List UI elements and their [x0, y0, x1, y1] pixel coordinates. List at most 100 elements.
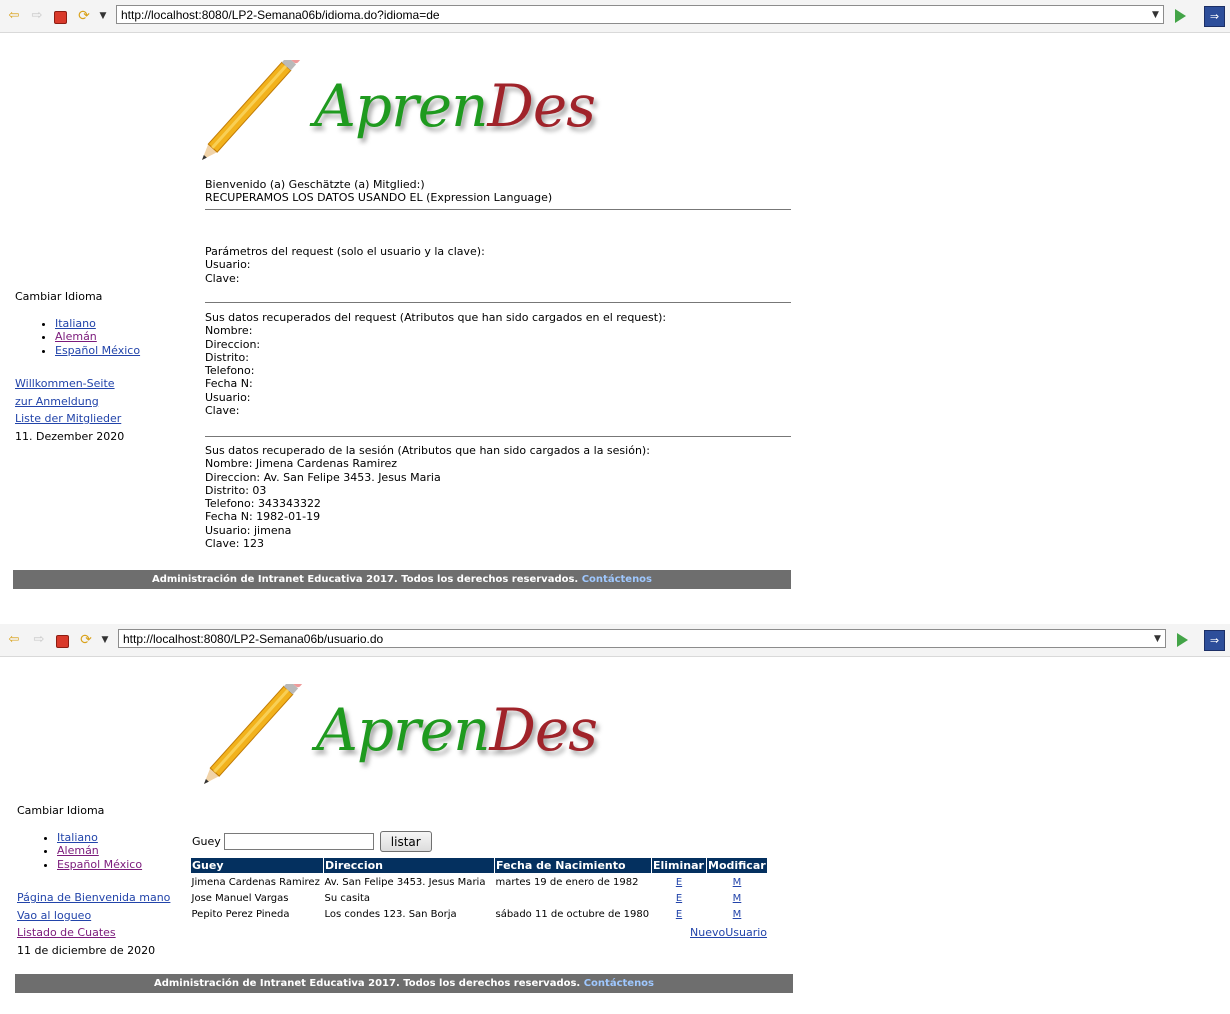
request-fecha: Fecha N:	[205, 377, 253, 391]
welcome-page-link[interactable]: Página de Bienvenida mano	[17, 889, 170, 907]
new-user-link[interactable]: NuevoUsuario	[690, 926, 767, 939]
footer-text: Administración de Intranet Educativa 201…	[151, 574, 579, 585]
sidebar-title: Cambiar Idioma	[17, 804, 105, 817]
footer-text: Administración de Intranet Educativa 201…	[153, 978, 581, 989]
go-icon[interactable]	[1177, 633, 1188, 647]
language-list: Italiano Alemán Español México	[15, 317, 140, 357]
address-dropdown-icon[interactable]: ▼	[1152, 10, 1159, 20]
col-header-modificar: Modificar	[706, 857, 768, 874]
language-item: Alemán	[55, 330, 140, 343]
param-clave: Clave:	[205, 271, 240, 285]
request-title: Sus datos recuperados del request (Atrib…	[205, 311, 667, 324]
language-link-italiano[interactable]: Italiano	[57, 831, 98, 844]
edit-link[interactable]: M	[733, 893, 742, 904]
stop-icon[interactable]	[54, 11, 67, 24]
footer-2: Administración de Intranet Educativa 201…	[15, 974, 793, 993]
listar-button[interactable]: listar	[379, 831, 432, 852]
footer-1: Administración de Intranet Educativa 201…	[13, 570, 791, 589]
language-link-italiano[interactable]: Italiano	[55, 317, 96, 330]
language-link-espanol[interactable]: Español México	[57, 858, 142, 871]
col-header-eliminar: Eliminar	[651, 857, 707, 874]
back-arrow-icon[interactable]: ⇦	[6, 8, 22, 24]
session-fecha: Fecha N: 1982-01-19	[205, 510, 321, 524]
address-bar[interactable]: http://localhost:8080/LP2-Semana06b/idio…	[116, 5, 1164, 24]
logo-text: AprenDes	[316, 696, 598, 764]
refresh-icon[interactable]: ⟳	[78, 632, 94, 648]
pencil-icon	[202, 60, 302, 160]
language-link-espanol[interactable]: Español México	[55, 344, 140, 357]
language-item: Español México	[55, 344, 140, 357]
request-nombre: Nombre:	[205, 324, 253, 338]
request-distrito: Distrito:	[205, 350, 249, 364]
stop-icon[interactable]	[56, 635, 69, 648]
go-icon[interactable]	[1175, 9, 1186, 23]
delete-link[interactable]: E	[676, 909, 682, 920]
request-direccion: Direccion:	[205, 337, 261, 351]
search-form: Guey listar	[192, 831, 432, 852]
logo-text-apren: Apren	[316, 696, 490, 764]
session-block: Sus datos recuperado de la sesión (Atrib…	[205, 444, 650, 550]
address-dropdown-icon[interactable]: ▼	[1154, 634, 1161, 644]
history-dropdown-icon[interactable]: ▼	[95, 8, 111, 24]
table-row: Pepito Perez Pineda Los condes 123. San …	[191, 906, 768, 922]
delete-link[interactable]: E	[676, 893, 682, 904]
refresh-icon[interactable]: ⟳	[76, 8, 92, 24]
col-header-direccion: Direccion	[323, 857, 495, 874]
language-list: Italiano Alemán Español México	[17, 831, 170, 871]
params-block: Parámetros del request (solo el usuario …	[205, 245, 485, 285]
members-list-link[interactable]: Liste der Mitglieder	[15, 410, 140, 428]
table-row: Jose Manuel Vargas Su casita E M	[191, 890, 768, 906]
cell-guey: Jose Manuel Vargas	[191, 892, 289, 904]
edit-link[interactable]: M	[733, 909, 742, 920]
edit-link[interactable]: M	[733, 877, 742, 888]
contact-link[interactable]: Contáctenos	[584, 978, 654, 989]
language-item: Italiano	[57, 831, 170, 844]
session-telefono: Telefono: 343343322	[205, 497, 321, 511]
login-link[interactable]: zur Anmeldung	[15, 393, 140, 411]
logo-text-des: Des	[487, 72, 596, 140]
cell-direccion: Su casita	[324, 892, 371, 904]
forward-arrow-icon[interactable]: ⇨	[31, 632, 47, 648]
sidebar-2: Cambiar Idioma Italiano Alemán Español M…	[17, 804, 170, 959]
request-usuario: Usuario:	[205, 390, 251, 404]
search-input[interactable]	[223, 833, 374, 850]
request-block: Sus datos recuperados del request (Atrib…	[205, 311, 666, 417]
language-item: Español México	[57, 858, 170, 871]
cell-direccion: Av. San Felipe 3453. Jesus Maria	[324, 876, 486, 888]
divider	[205, 209, 791, 210]
table-header-row: Guey Direccion Fecha de Nacimiento Elimi…	[190, 857, 768, 874]
divider	[205, 436, 791, 437]
cell-fecha: martes 19 de enero de 1982	[495, 876, 639, 888]
browser-extension-icon[interactable]: ⇒	[1204, 630, 1225, 651]
history-dropdown-icon[interactable]: ▼	[97, 632, 113, 648]
pencil-icon	[204, 684, 304, 784]
delete-link[interactable]: E	[676, 877, 682, 888]
session-clave: Clave: 123	[205, 537, 264, 551]
logo-text: AprenDes	[314, 72, 596, 140]
session-distrito: Distrito: 03	[205, 483, 267, 497]
cell-fecha	[495, 890, 652, 906]
forward-arrow-icon[interactable]: ⇨	[29, 8, 45, 24]
language-link-aleman[interactable]: Alemán	[57, 844, 99, 857]
browser-toolbar-2: ⇦ ⇨ ⟳ ▼ http://localhost:8080/LP2-Semana…	[0, 624, 1230, 657]
address-bar[interactable]: http://localhost:8080/LP2-Semana06b/usua…	[118, 629, 1166, 648]
params-title: Parámetros del request (solo el usuario …	[205, 245, 485, 258]
table-row: Jimena Cardenas Ramirez Av. San Felipe 3…	[191, 874, 768, 891]
language-item: Alemán	[57, 844, 170, 857]
users-table: Guey Direccion Fecha de Nacimiento Elimi…	[190, 857, 768, 922]
request-telefono: Telefono:	[205, 364, 255, 378]
language-link-aleman[interactable]: Alemán	[55, 330, 97, 343]
cell-eliminar: E	[652, 890, 707, 906]
login-link[interactable]: Vao al logueo	[17, 907, 170, 925]
session-direccion: Direccion: Av. San Felipe 3453. Jesus Ma…	[205, 470, 441, 484]
back-arrow-icon[interactable]: ⇦	[6, 632, 22, 648]
members-list-link[interactable]: Listado de Cuates	[17, 924, 170, 942]
divider	[205, 302, 791, 303]
cell-direccion: Los condes 123. San Borja	[324, 908, 457, 920]
session-title: Sus datos recuperado de la sesión (Atrib…	[205, 444, 650, 457]
contact-link[interactable]: Contáctenos	[582, 574, 652, 585]
welcome-page-link[interactable]: Willkommen-Seite	[15, 375, 140, 393]
browser-toolbar-1: ⇦ ⇨ ⟳ ▼ http://localhost:8080/LP2-Semana…	[0, 0, 1230, 33]
cell-fecha: sábado 11 de octubre de 1980	[495, 908, 650, 920]
browser-extension-icon[interactable]: ⇒	[1204, 6, 1225, 27]
